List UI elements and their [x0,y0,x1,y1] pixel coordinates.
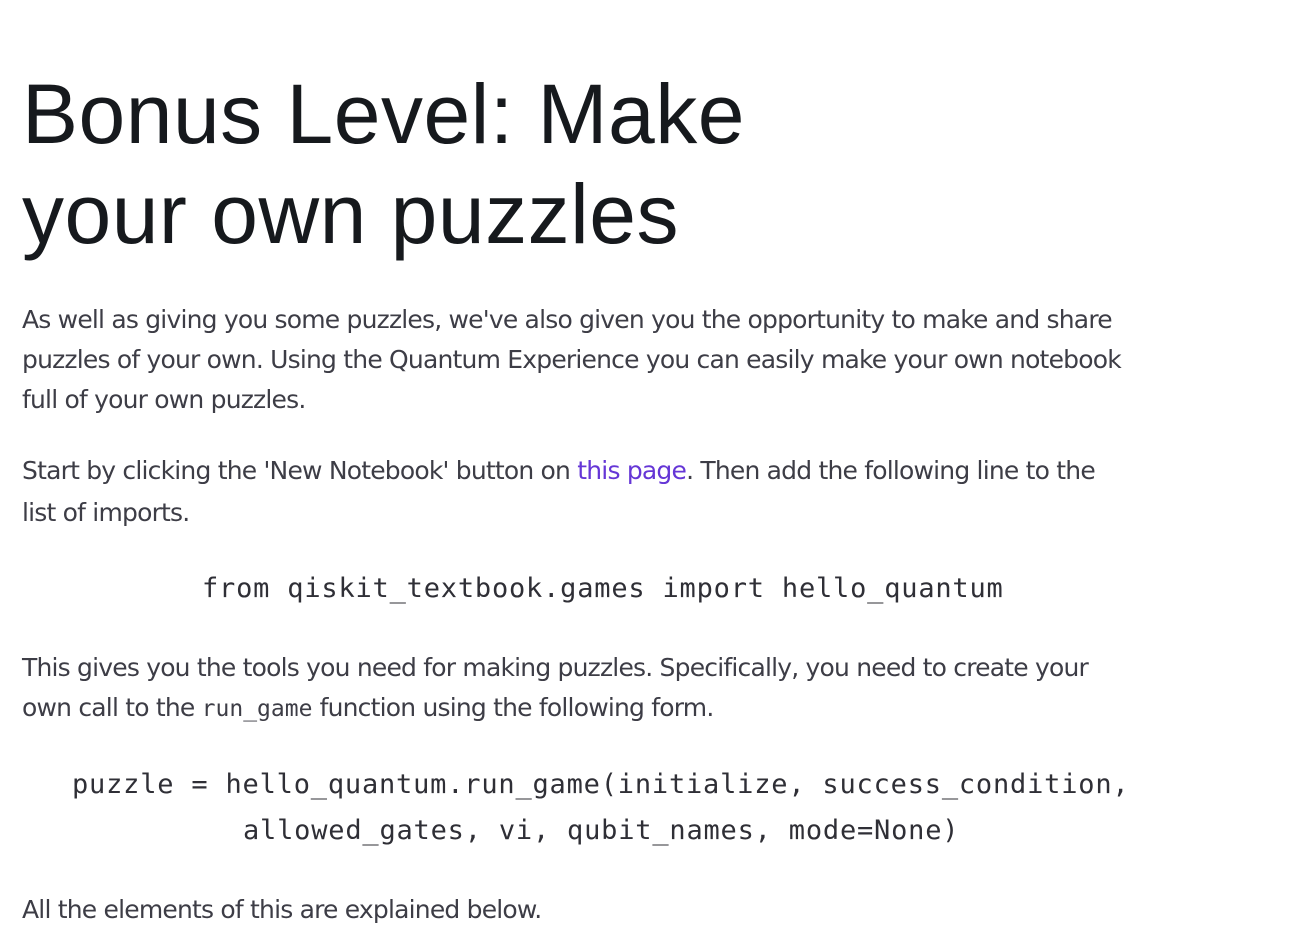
intro-line-1: As well as giving you some puzzles, we'v… [22,305,1113,334]
tools-line-1: This gives you the tools you need for ma… [22,653,1089,682]
closing-paragraph: All the elements of this are explained b… [22,895,542,924]
import-code-line: from qiskit_textbook.games import hello_… [202,573,1004,604]
tools-line-2-before-code: own call to the [22,693,202,722]
run-game-code-line-1: puzzle = hello_quantum.run_game(initiali… [72,769,1130,800]
tools-line-2-after-code: function using the following form. [312,693,715,722]
run-game-code-block: puzzle = hello_quantum.run_game(initiali… [72,762,1129,854]
page-title-line-1: Bonus Level: Make [22,67,745,161]
inline-code-run-game: run_game [201,696,313,722]
instructions-text-after-link: . Then add the following line to the [686,456,1096,485]
this-page-link[interactable]: this page [577,456,687,485]
instructions-line-2: list of imports. [22,498,190,527]
import-code-block: from qiskit_textbook.games import hello_… [202,566,1004,612]
intro-line-3: full of your own puzzles. [22,385,306,414]
intro-paragraph: As well as giving you some puzzles, we'v… [22,300,1122,420]
run-game-code-line-2: allowed_gates, vi, qubit_names, mode=Non… [243,815,960,846]
instructions-paragraph: Start by clicking the 'New Notebook' but… [22,450,1096,534]
instructions-text-before-link: Start by clicking the 'New Notebook' but… [22,456,578,485]
page-title: Bonus Level: Make your own puzzles [22,64,822,264]
tools-paragraph: This gives you the tools you need for ma… [22,648,1089,729]
intro-line-2: puzzles of your own. Using the Quantum E… [22,345,1122,374]
page-title-line-2: your own puzzles [22,167,679,261]
